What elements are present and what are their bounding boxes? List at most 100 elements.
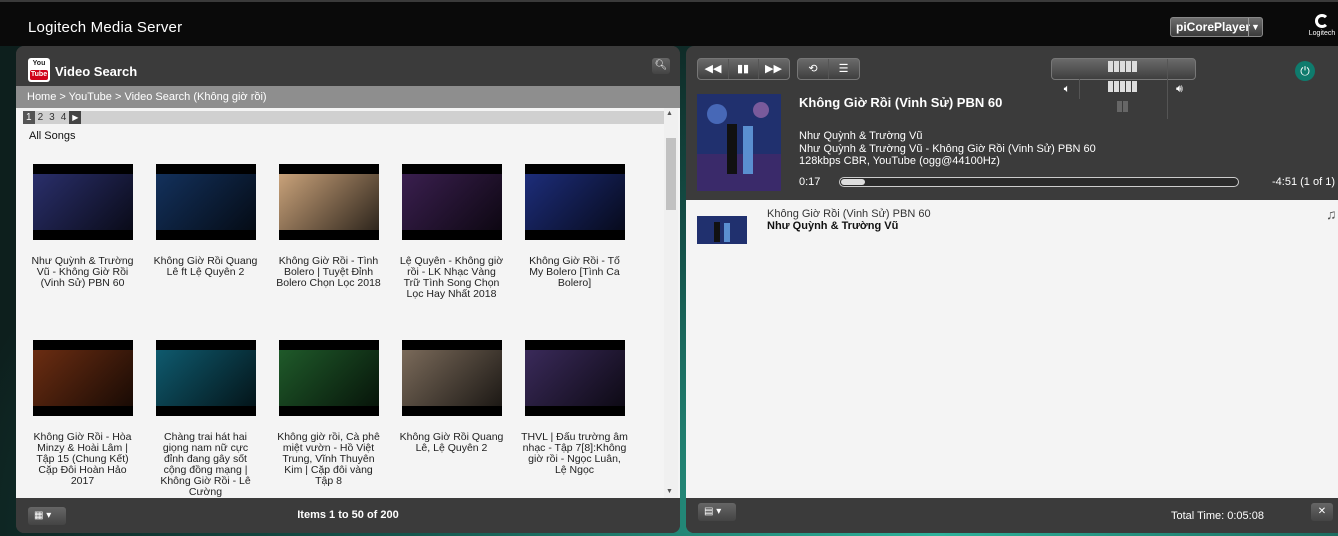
thumbnail-image bbox=[278, 350, 379, 406]
volume-up-icon[interactable]: 🔊︎ bbox=[1168, 79, 1192, 99]
scroll-down-icon[interactable]: ▼ bbox=[666, 488, 673, 495]
playlist: Không Giờ Rồi (Vinh Sử) PBN 60 Như Quỳnh… bbox=[686, 200, 1338, 498]
scrollbar-thumb[interactable] bbox=[666, 138, 676, 210]
shuffle-button[interactable]: ☰ bbox=[829, 59, 859, 79]
now-playing-artist[interactable]: Như Quỳnh & Trường Vũ bbox=[799, 130, 922, 142]
mode-controls: ⟲ ☰ bbox=[797, 58, 860, 80]
player-select[interactable]: piCorePlayer ▼ bbox=[1170, 17, 1263, 37]
volume-bar bbox=[1132, 61, 1137, 72]
list-view-icon: ▤ bbox=[704, 506, 714, 517]
items-count: Items 1 to 50 of 200 bbox=[297, 509, 399, 521]
video-item[interactable]: Không Giờ Rồi - Tình Bolero | Tuyệt Đỉnh… bbox=[272, 164, 385, 289]
thumbnail-image bbox=[155, 174, 256, 230]
video-caption[interactable]: Không giờ rồi, Cà phê miệt vườn - Hồ Việ… bbox=[272, 432, 385, 487]
video-thumbnail[interactable] bbox=[278, 340, 379, 416]
total-time: Total Time: 0:05:08 bbox=[1171, 510, 1264, 522]
volume-bar bbox=[1114, 61, 1119, 72]
chevron-down-icon: ▾ bbox=[716, 506, 722, 517]
page-link-2[interactable]: 2 bbox=[35, 111, 47, 124]
volume-bar bbox=[1120, 81, 1125, 92]
video-thumbnail[interactable] bbox=[524, 164, 625, 240]
video-thumbnail[interactable] bbox=[32, 164, 133, 240]
now-playing-title[interactable]: Không Giờ Rồi (Vinh Sử) PBN 60 bbox=[799, 95, 1002, 110]
volume-slider[interactable] bbox=[1080, 59, 1168, 119]
clear-playlist-button[interactable]: ✕ bbox=[1311, 503, 1333, 521]
power-icon: ⏻ bbox=[1300, 64, 1310, 78]
browse-title-bar: You Tube Video Search 🔍︎ bbox=[16, 46, 680, 86]
volume-down-icon[interactable]: 🔈︎ bbox=[1056, 78, 1080, 99]
page-link-1[interactable]: 1 bbox=[23, 111, 35, 124]
search-button[interactable]: 🔍︎ bbox=[652, 58, 670, 74]
now-playing-artwork bbox=[697, 94, 781, 191]
thumbnail-image bbox=[155, 350, 256, 406]
scroll-up-icon[interactable]: ▲ bbox=[666, 110, 673, 117]
video-caption[interactable]: Không Giờ Rồi Quang Lê, Lệ Quyên 2 bbox=[395, 432, 508, 454]
progress-bar[interactable] bbox=[839, 177, 1239, 187]
playlist-artist[interactable]: Như Quỳnh & Trường Vũ bbox=[767, 220, 898, 232]
app-logo: Logitech Media Server bbox=[28, 19, 182, 36]
video-thumbnail[interactable] bbox=[401, 340, 502, 416]
video-thumbnail[interactable] bbox=[524, 340, 625, 416]
volume-bar bbox=[1123, 101, 1128, 112]
thumbnail-image bbox=[32, 350, 133, 406]
logitech-swirl-icon bbox=[1315, 14, 1329, 28]
chevron-down-icon: ▼ bbox=[1248, 18, 1262, 36]
thumbnail-image bbox=[278, 174, 379, 230]
video-caption[interactable]: Như Quỳnh & Trường Vũ - Không Giờ Rồi (V… bbox=[26, 256, 139, 289]
video-item[interactable]: Không Giờ Rồi Quang Lê ft Lệ Quyên 2 bbox=[149, 164, 262, 278]
video-thumbnail[interactable] bbox=[401, 164, 502, 240]
video-thumbnail[interactable] bbox=[32, 340, 133, 416]
playlist-thumbnail bbox=[697, 216, 747, 244]
volume-control: 🔈︎ 🔊︎ bbox=[1051, 58, 1196, 119]
video-caption[interactable]: Không Giờ Rồi - Tình Bolero | Tuyệt Đỉnh… bbox=[272, 256, 385, 289]
video-item[interactable]: Không giờ rồi, Cà phê miệt vườn - Hồ Việ… bbox=[272, 340, 385, 487]
video-thumbnail[interactable] bbox=[155, 340, 256, 416]
repeat-button[interactable]: ⟲ bbox=[799, 59, 829, 79]
volume-bar bbox=[1108, 61, 1113, 72]
search-icon: 🔍︎ bbox=[654, 60, 668, 71]
video-thumbnail[interactable] bbox=[278, 164, 379, 240]
browse-content: 1 2 3 4 ▶ All Songs Như Quỳnh & Trường Vũ - … bbox=[16, 108, 680, 498]
breadcrumb[interactable]: Home > YouTube > Video Search (Không giờ… bbox=[16, 86, 680, 108]
logitech-logo: Logitech bbox=[1306, 14, 1338, 42]
panel-title: Video Search bbox=[55, 64, 138, 79]
video-item[interactable]: Không Giờ Rồi Quang Lê, Lệ Quyên 2 bbox=[395, 340, 508, 454]
video-item[interactable]: Chàng trai hát hai giọng nam nữ cực đỉnh… bbox=[149, 340, 262, 498]
video-caption[interactable]: Chàng trai hát hai giọng nam nữ cực đỉnh… bbox=[149, 432, 262, 498]
scrollbar[interactable]: ▲ ▼ bbox=[664, 108, 678, 498]
pause-button[interactable]: ▮▮ bbox=[729, 59, 759, 79]
video-item[interactable]: Không Giờ Rồi - Hòa Minzy & Hoài Lâm | T… bbox=[26, 340, 139, 487]
power-button[interactable]: ⏻ bbox=[1295, 61, 1315, 81]
player-name: piCorePlayer bbox=[1176, 20, 1251, 34]
video-caption[interactable]: Lệ Quyên - Không giờ rồi - LK Nhạc Vàng … bbox=[395, 256, 508, 300]
player-panel: ◀◀ ▮▮ ▶▶ ⟲ ☰ 🔈︎ 🔊︎ ⏻ Không Giờ Rồi (Vinh Sử)… bbox=[686, 46, 1338, 533]
app-header: Logitech Media Server piCorePlayer ▼ Logi… bbox=[0, 0, 1338, 46]
playlist-title[interactable]: Không Giờ Rồi (Vinh Sử) PBN 60 bbox=[767, 208, 931, 220]
playlist-view-button[interactable]: ▤ ▾ bbox=[698, 503, 736, 521]
browse-footer: ▦ ▾ Items 1 to 50 of 200 bbox=[16, 498, 680, 533]
video-caption[interactable]: Không Giờ Rồi Quang Lê ft Lệ Quyên 2 bbox=[149, 256, 262, 278]
volume-bar bbox=[1117, 101, 1122, 112]
page-link-4[interactable]: 4 bbox=[58, 111, 70, 124]
playlist-footer: ▤ ▾ Total Time: 0:05:08 ✕ bbox=[686, 498, 1338, 533]
video-caption[interactable]: THVL | Đấu trường âm nhạc - Tập 7[8]:Khô… bbox=[518, 432, 631, 476]
page-link-3[interactable]: 3 bbox=[46, 111, 58, 124]
forward-button[interactable]: ▶▶ bbox=[759, 59, 789, 79]
volume-bar bbox=[1108, 81, 1113, 92]
video-item[interactable]: Như Quỳnh & Trường Vũ - Không Giờ Rồi (V… bbox=[26, 164, 139, 289]
video-caption[interactable]: Không Giờ Rồi - Hòa Minzy & Hoài Lâm | T… bbox=[26, 432, 139, 487]
music-note-icon[interactable]: ♫ bbox=[1326, 206, 1337, 222]
video-item[interactable]: THVL | Đấu trường âm nhạc - Tập 7[8]:Khô… bbox=[518, 340, 631, 476]
video-caption[interactable]: Không Giờ Rồi - Tố My Bolero [Tình Ca Bo… bbox=[518, 256, 631, 289]
rewind-button[interactable]: ◀◀ bbox=[699, 59, 729, 79]
close-icon: ✕ bbox=[1317, 506, 1327, 517]
youtube-icon: You Tube bbox=[28, 58, 50, 82]
now-playing-album[interactable]: Như Quỳnh & Trường Vũ - Không Giờ Rồi (V… bbox=[799, 143, 1096, 155]
video-item[interactable]: Lệ Quyên - Không giờ rồi - LK Nhạc Vàng … bbox=[395, 164, 508, 300]
volume-bar bbox=[1126, 61, 1131, 72]
video-thumbnail[interactable] bbox=[155, 164, 256, 240]
next-page-icon[interactable]: ▶ bbox=[69, 111, 82, 124]
video-grid: Như Quỳnh & Trường Vũ - Không Giờ Rồi (V… bbox=[26, 164, 666, 498]
video-item[interactable]: Không Giờ Rồi - Tố My Bolero [Tình Ca Bo… bbox=[518, 164, 631, 289]
browse-panel: You Tube Video Search 🔍︎ Home > YouTube >… bbox=[16, 46, 680, 533]
